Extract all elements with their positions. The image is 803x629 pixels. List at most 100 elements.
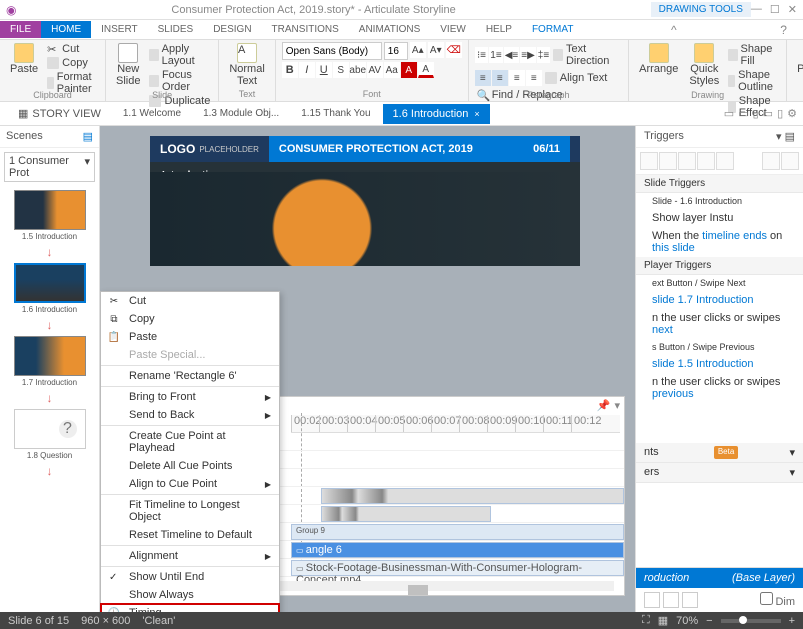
preview-button[interactable] [781, 152, 799, 170]
italic-button[interactable]: I [299, 62, 315, 78]
ctx-rename[interactable]: Rename 'Rectangle 6' [101, 367, 279, 385]
trigger-item[interactable]: ext Button / Swipe Next [636, 275, 803, 291]
slide-thumb-selected[interactable]: 1.6 Introduction [14, 263, 86, 314]
ctx-cut[interactable]: ✂Cut [101, 292, 279, 310]
cut-button[interactable]: ✂Cut [45, 42, 99, 56]
slide-thumb[interactable]: 1.8 Question [14, 409, 86, 460]
text-direction-button[interactable]: Text Direction [551, 42, 622, 68]
dedent-button[interactable]: ◀≡ [504, 47, 520, 63]
clear-format-button[interactable]: ⌫ [446, 42, 462, 58]
trigger-action[interactable]: slide 1.7 Introduction [636, 291, 803, 309]
underline-button[interactable]: U [316, 62, 332, 78]
audio-clip[interactable] [321, 488, 624, 504]
tab-help[interactable]: HELP [476, 21, 522, 38]
story-view-tab[interactable]: ▦STORY VIEW [8, 103, 111, 124]
tab-home[interactable]: HOME [41, 21, 91, 38]
edit-trigger-button[interactable] [659, 152, 677, 170]
manage-variables-button[interactable] [762, 152, 780, 170]
window-close[interactable]: ✕ [788, 3, 797, 16]
strike-button[interactable]: S [333, 62, 349, 78]
align-left-button[interactable]: ≡ [475, 70, 491, 86]
trigger-link[interactable]: timeline ends [702, 230, 767, 242]
arrange-button[interactable]: Arrange [635, 42, 682, 76]
ctx-show-always[interactable]: Show Always [101, 586, 279, 604]
apply-layout-button[interactable]: Apply Layout [147, 42, 212, 68]
font-color-button[interactable]: A [418, 62, 434, 78]
tab-file[interactable]: FILE [0, 21, 41, 38]
trigger-slide[interactable]: Slide - 1.6 Introduction [636, 193, 803, 209]
align-center-button[interactable]: ≡ [492, 70, 508, 86]
group-clip[interactable]: Group 9 [291, 524, 624, 540]
fit-to-window-icon[interactable]: ⛶ [642, 614, 650, 627]
trigger-link[interactable]: previous [652, 388, 694, 400]
tab-slides[interactable]: SLIDES [148, 21, 204, 38]
doc-tab[interactable]: 1.1 Welcome [113, 104, 191, 123]
scene-select[interactable]: 1 Consumer Prot▾ [4, 152, 95, 182]
ctx-show-until-end[interactable]: Show Until End [101, 568, 279, 586]
copy-button[interactable]: Copy [45, 56, 99, 70]
timeline-pin-icon[interactable]: 📌 [597, 399, 611, 412]
duplicate-layer-button[interactable] [663, 592, 679, 608]
slide-thumb[interactable]: 1.5 Introduction [14, 190, 86, 241]
slide-canvas[interactable]: LOGO PLACEHOLDER CONSUMER PROTECTION ACT… [100, 126, 635, 612]
panel-menu-icon[interactable]: ▤ [83, 130, 93, 143]
trigger-link[interactable]: this slide [652, 242, 695, 254]
settings-icon[interactable]: ⚙ [787, 107, 797, 120]
add-layer-button[interactable] [644, 592, 660, 608]
trigger-item[interactable]: Show layer Instu [636, 209, 803, 227]
tab-animations[interactable]: ANIMATIONS [349, 21, 430, 38]
ctx-copy[interactable]: ⧉Copy [101, 310, 279, 328]
view-tablet-portrait-icon[interactable]: ▯ [753, 107, 759, 120]
tab-design[interactable]: DESIGN [203, 21, 261, 38]
view-desktop-icon[interactable]: ▭ [724, 107, 734, 120]
new-slide-button[interactable]: New Slide [112, 42, 144, 88]
shape-fill-button[interactable]: Shape Fill [726, 42, 780, 68]
paste-trigger-button[interactable] [697, 152, 715, 170]
doc-tab[interactable]: 1.3 Module Obj... [193, 104, 289, 123]
window-maximize[interactable]: ☐ [770, 3, 780, 16]
tab-format[interactable]: FORMAT [522, 21, 583, 38]
delete-layer-button[interactable] [682, 592, 698, 608]
dim-checkbox[interactable] [760, 592, 773, 605]
help-icon[interactable]: ? [770, 20, 797, 40]
zoom-in-button[interactable]: + [789, 615, 795, 627]
justify-button[interactable]: ≡ [526, 70, 542, 86]
copy-trigger-button[interactable] [678, 152, 696, 170]
ctx-paste[interactable]: 📋Paste [101, 328, 279, 346]
delete-trigger-button[interactable] [716, 152, 734, 170]
quick-styles-button[interactable]: Quick Styles [685, 42, 723, 88]
align-text-button[interactable]: Align Text [543, 71, 610, 85]
font-size-select[interactable] [384, 42, 408, 60]
player-button[interactable]: Player [793, 42, 803, 76]
close-tab-icon[interactable]: × [474, 109, 479, 119]
case-button[interactable]: Aa [384, 62, 400, 78]
char-spacing-button[interactable]: AV [367, 62, 383, 78]
layers-header[interactable]: ers▾ [636, 463, 803, 483]
timeline-scrollbar[interactable] [271, 581, 614, 591]
ctx-bring-to-front[interactable]: Bring to Front▶ [101, 388, 279, 406]
ctx-create-cue-point[interactable]: Create Cue Point at Playhead [101, 427, 279, 457]
increase-font-button[interactable]: A▴ [410, 42, 426, 58]
view-tablet-landscape-icon[interactable]: ▭ [738, 107, 748, 120]
slide-preview[interactable]: LOGO PLACEHOLDER CONSUMER PROTECTION ACT… [150, 136, 580, 266]
zoom-out-button[interactable]: − [706, 615, 712, 627]
ctx-delete-cue-points[interactable]: Delete All Cue Points [101, 457, 279, 475]
ctx-send-to-back[interactable]: Send to Back▶ [101, 406, 279, 424]
video-clip[interactable]: ▭ Stock-Footage-Businessman-With-Consume… [291, 560, 624, 576]
bullets-button[interactable]: ⁝≡ [475, 47, 488, 63]
doc-tab-active[interactable]: 1.6 Introduction× [383, 104, 490, 124]
ribbon-toggle[interactable]: ^ [661, 20, 687, 40]
zoom-slider[interactable] [721, 619, 781, 623]
tab-insert[interactable]: INSERT [91, 21, 148, 38]
tab-transitions[interactable]: TRANSITIONS [262, 21, 349, 38]
trigger-link[interactable]: next [652, 324, 673, 336]
view-phone-portrait-icon[interactable]: ▯ [777, 107, 783, 120]
ctx-timing[interactable]: 🕒Timing... [101, 604, 279, 612]
slide-thumb[interactable]: 1.7 Introduction [14, 336, 86, 387]
line-spacing-button[interactable]: ‡≡ [537, 47, 550, 63]
ctx-align-to-cue-point[interactable]: Align to Cue Point▶ [101, 475, 279, 493]
highlight-button[interactable]: A [401, 62, 417, 78]
panel-menu-icon[interactable]: ▾ ▤ [776, 130, 795, 143]
audio-clip[interactable] [321, 506, 491, 522]
contextual-tab[interactable]: DRAWING TOOLS [651, 2, 751, 17]
